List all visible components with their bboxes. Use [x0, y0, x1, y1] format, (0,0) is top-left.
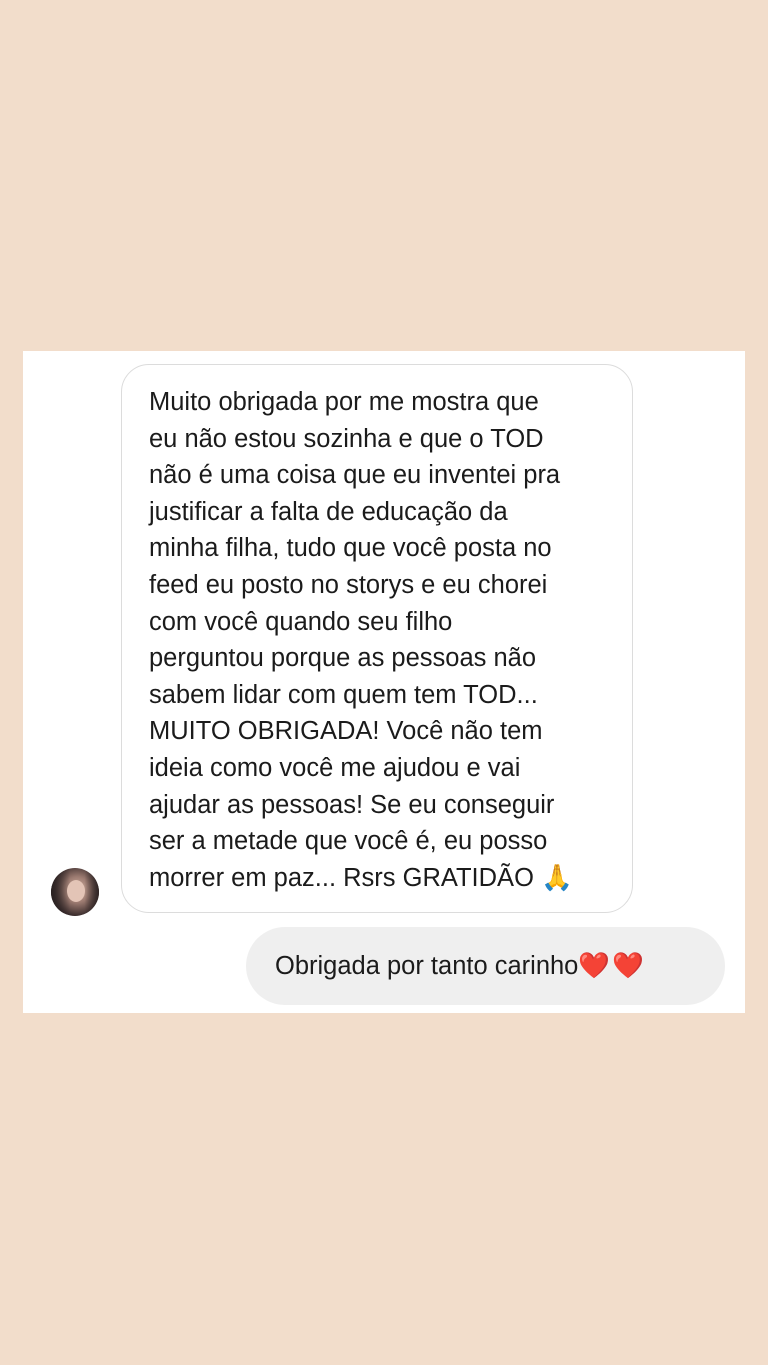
praying-hands-icon: 🙏 [541, 863, 573, 892]
outgoing-message-body: Obrigada por tanto carinho [275, 952, 579, 980]
incoming-message-bubble[interactable]: Muito obrigada por me mostra que eu não … [121, 364, 633, 913]
incoming-message-text: Muito obrigada por me mostra que eu não … [149, 384, 612, 896]
outgoing-message-text: Obrigada por tanto carinho❤️❤️ [275, 951, 646, 981]
incoming-message-body: Muito obrigada por me mostra que eu não … [149, 388, 561, 892]
avatar-face [67, 880, 85, 902]
heart-icon: ❤️❤️ [578, 952, 646, 980]
outgoing-message-bubble[interactable]: Obrigada por tanto carinho❤️❤️ [246, 927, 725, 1005]
chat-screenshot-card: Muito obrigada por me mostra que eu não … [23, 351, 745, 1013]
avatar[interactable] [51, 868, 99, 916]
